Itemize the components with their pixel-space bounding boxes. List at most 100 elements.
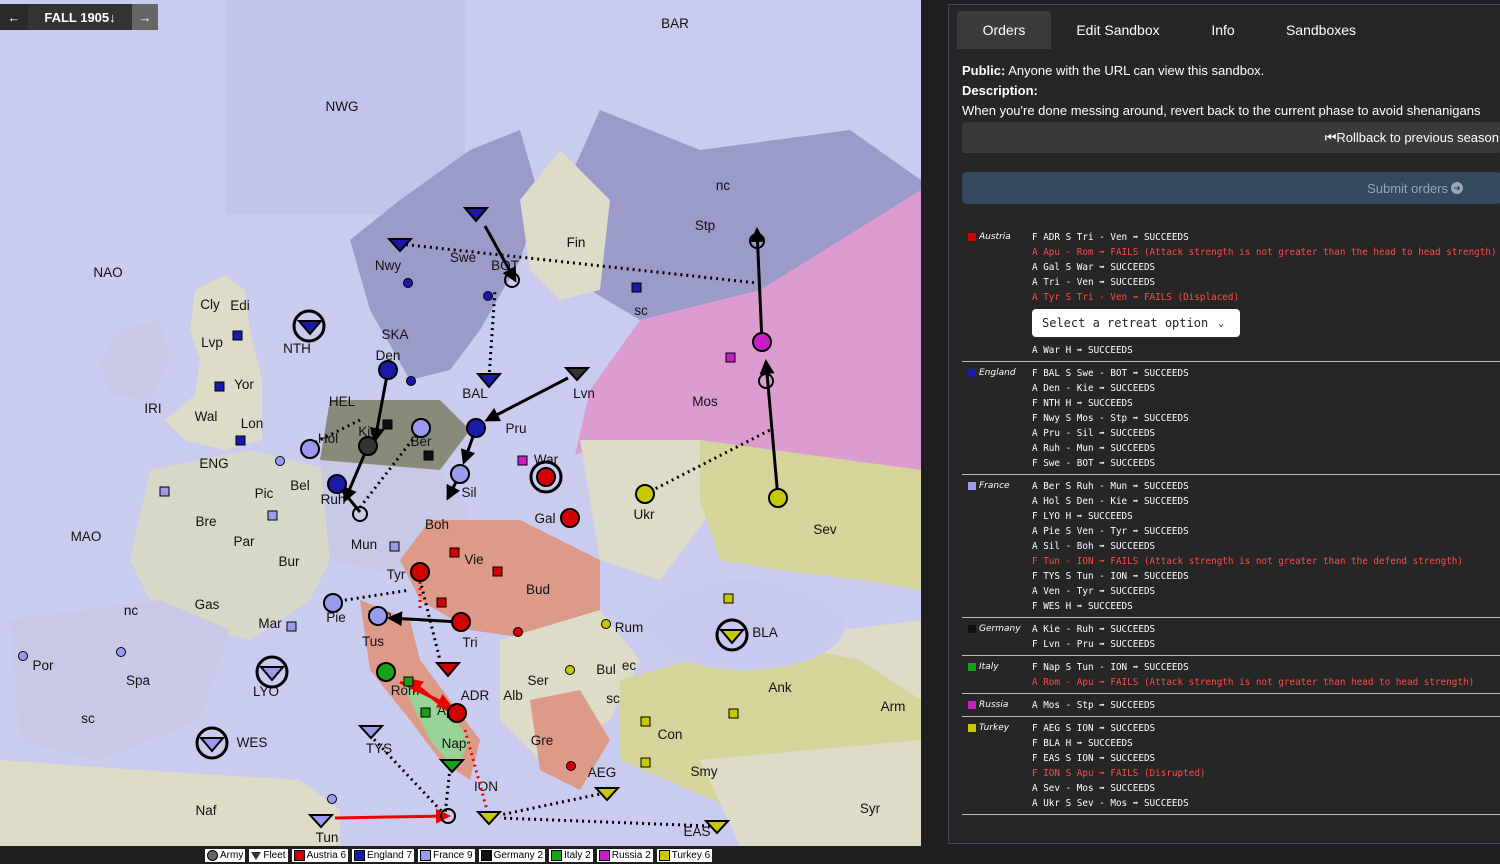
order-row: A Ruh - Mun ➡ SUCCEEDS [1032,443,1156,454]
army-france-hol [300,439,320,459]
orders-list: Austria F ADR S Tri - Ven ➡ SUCCEEDS A Apu… [962,226,1500,815]
nation-section: France A Ber S Ruh - Mun ➡ SUCCEEDS A Hol … [962,475,1500,618]
retreat-placeholder: Select a retreat option [1042,316,1209,330]
army-austria-gal [560,508,580,528]
province-label: Vie [464,552,483,567]
side-panel: Orders Edit Sandbox Info Sandboxes Publi… [948,4,1500,844]
province-label: Mos [692,394,718,409]
province-label: Tus [362,634,384,649]
province-label: Cly [200,297,220,312]
legend-label: Austria 6 [306,850,347,861]
province-label: IRI [144,401,161,416]
province-label: Edi [230,298,250,313]
order-row: A Tri - Ven ➡ SUCCEEDS [1032,277,1156,288]
order-row: A Gal S War ➡ SUCCEEDS [1032,262,1156,273]
province-label: Par [233,534,255,549]
province-label: Lon [241,416,264,431]
province-label: Gal [534,511,555,526]
army-france-pie [323,593,343,613]
next-phase-button[interactable]: → [132,4,158,30]
legend-swatch [480,850,492,861]
province-label: Fin [567,235,586,250]
order-row: F Tun - ION ➡ FAILS (Attack strength is … [1032,556,1463,567]
legend-label: Italy 2 [564,850,591,861]
map-canvas[interactable]: BARNWGNAOncStpFinNwySweBOTscCly EdiLvpYor… [0,0,921,846]
order-row: A Sev - Mos ➡ SUCCEEDS [1032,783,1156,794]
order-row: F NTH H ➡ SUCCEEDS [1032,398,1133,409]
province-label: Bud [526,582,550,597]
army-austria-war [536,467,556,487]
public-text: Anyone with the URL can view this sandbo… [1008,63,1265,78]
province-label: Bul [596,662,616,677]
public-label: Public: [962,63,1006,78]
rollback-button[interactable]: ⏮ Rollback to previous season [962,122,1500,153]
order-row: F AEG S ION ➡ SUCCEEDS [1032,723,1156,734]
phase-selector[interactable]: FALL 1905 ↓ [28,4,132,30]
province-label: Syr [860,801,881,816]
province-label: Boh [425,517,449,532]
province-label: ec [622,658,637,673]
province-label: ION [474,779,498,794]
arrow-circle-right-icon: ➜ [1451,182,1463,194]
province-label: Tyr [387,567,406,582]
province-label: sc [81,711,95,726]
province-label: Ukr [634,507,655,522]
nation-section: Russia A Mos - Stp ➡ SUCCEEDS [962,694,1500,717]
army-turkey-sev [768,488,788,508]
order-row: F ION S Apu ➡ FAILS (Disrupted) [1032,768,1206,779]
province-label: Ruh [321,492,346,507]
legend-label: Fleet [263,850,286,861]
retreat-select[interactable]: Select a retreat option ⌄ [1032,309,1240,337]
province-label: Sev [813,522,837,537]
legend-swatch [293,850,305,861]
game-map[interactable]: BAR NWG NAO nc Stp Fin Nwy Swe BOT sc Cly Edi Lvp Yor… [0,0,921,846]
province-label: NWG [326,99,359,114]
tab-sandboxes[interactable]: Sandboxes [1261,11,1381,49]
legend-label: France 9 [433,850,473,861]
order-row: A Ber S Ruh - Mun ➡ SUCCEEDS [1032,481,1189,492]
legend-label: Germany 2 [493,850,544,861]
tab-edit-sandbox[interactable]: Edit Sandbox [1051,11,1185,49]
legend-label: Army [220,850,244,861]
province-label: Mun [351,537,377,552]
province-label: Arm [881,699,906,714]
army-france-ven [368,606,388,626]
legend-item: Fleet [249,849,288,862]
nation-color-swatch [968,233,976,241]
province-label: Nwy [375,258,401,273]
province-label: Por [32,658,54,673]
army-circle-icon [207,850,218,861]
province-label: Lvp [201,335,223,350]
order-row: F Swe - BOT ➡ SUCCEEDS [1032,458,1156,469]
province-label: Pru [505,421,526,436]
province-label: Lvn [573,386,595,401]
province-label: Wal [195,409,218,424]
nation-name: Germany [968,624,1021,634]
skip-back-icon: ⏮ [1324,129,1337,145]
army-austria-tri [451,612,471,632]
nation-name: Russia [968,700,1008,710]
previous-phase-button[interactable]: ← [0,4,28,30]
army-italy-rom [376,662,396,682]
nation-section: Turkey F AEG S ION ➡ SUCCEEDS F BLA H ➡ SU… [962,717,1500,815]
legend-label: Turkey 6 [671,850,711,861]
province-label: Sil [461,485,476,500]
order-row: F WES H ➡ SUCCEEDS [1032,601,1133,612]
tab-orders[interactable]: Orders [957,11,1051,49]
legend-item: Germany 2 [478,849,546,862]
legend-label: England 7 [367,850,413,861]
order-row: F LYO H ➡ SUCCEEDS [1032,511,1133,522]
army-turkey-ukr [635,484,655,504]
army-russia-mos [752,332,772,352]
legend-swatch [420,850,432,861]
legend-item: Turkey 6 [656,849,713,862]
tab-info[interactable]: Info [1185,11,1261,49]
province-label: Bur [278,554,300,569]
submit-orders-button[interactable]: Submit orders ➜ [962,172,1500,204]
legend-item: Austria 6 [291,849,349,862]
province-label: Alb [503,688,523,703]
nation-color-swatch [968,724,976,732]
order-row: A Rom - Apu ➡ FAILS (Attack strength is … [1032,677,1475,688]
order-row: F Nwy S Mos - Stp ➡ SUCCEEDS [1032,413,1189,424]
province-label: SKA [381,327,408,342]
